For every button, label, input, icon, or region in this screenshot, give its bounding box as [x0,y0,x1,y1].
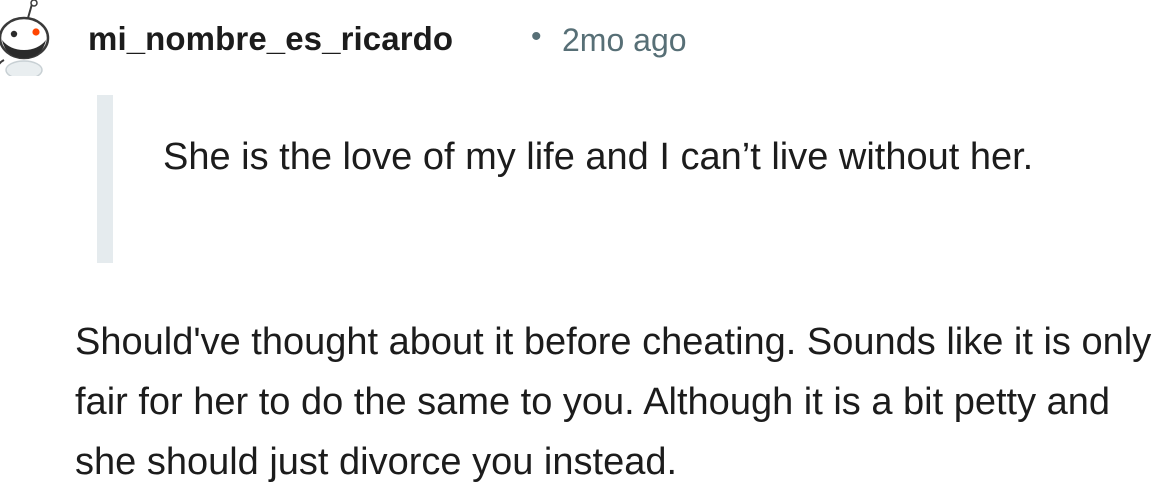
comment-timestamp[interactable]: 2mo ago [562,22,687,59]
comment-body-text: Should've thought about it before cheati… [75,321,1152,483]
comment-author-link[interactable]: mi_nombre_es_ricardo [88,20,453,58]
blockquote-bar [97,95,113,263]
meta-separator: • [531,20,542,53]
blockquote-text: She is the love of my life and I can’t l… [163,136,1034,178]
snoo-avatar-icon[interactable] [0,0,58,80]
comment: mi_nombre_es_ricardo • 2mo ago She is th… [0,0,1173,492]
blockquote: She is the love of my life and I can’t l… [97,95,1097,263]
comment-header: mi_nombre_es_ricardo • 2mo ago [0,0,1173,86]
